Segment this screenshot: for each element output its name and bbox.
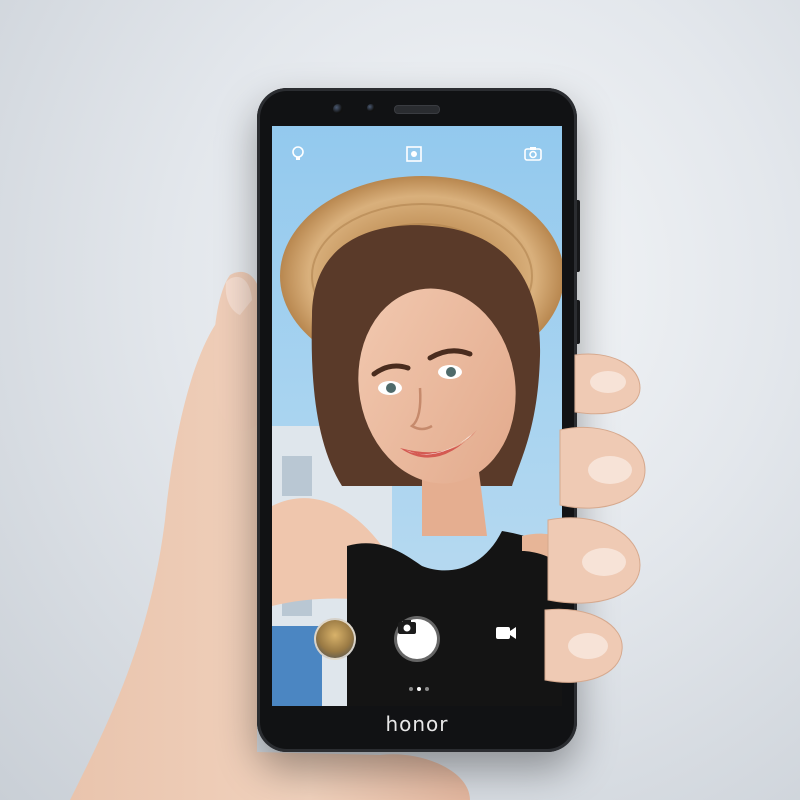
- fingers-illustration: [544, 353, 646, 683]
- product-photo: honor: [0, 0, 800, 800]
